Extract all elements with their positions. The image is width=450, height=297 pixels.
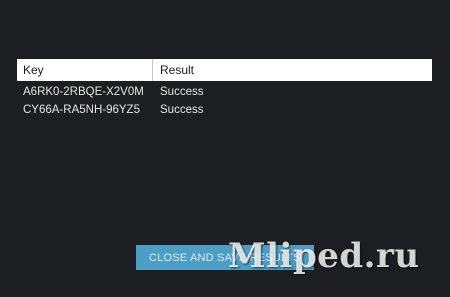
column-header-key[interactable]: Key xyxy=(17,59,152,81)
row-result: Success xyxy=(160,86,204,98)
close-and-save-results-button[interactable]: CLOSE AND SAVE RESULTS xyxy=(136,245,314,270)
table-body: A6RK0-2RBQE-X2V0M Success CY66A-RA5NH-96… xyxy=(17,83,432,119)
results-table: Key Result A6RK0-2RBQE-X2V0M Success CY6… xyxy=(17,59,432,119)
table-row[interactable]: CY66A-RA5NH-96YZ5 Success xyxy=(17,101,432,119)
column-header-result[interactable]: Result xyxy=(152,59,432,81)
row-key: A6RK0-2RBQE-X2V0M xyxy=(23,86,144,98)
table-header: Key Result xyxy=(17,59,432,81)
row-key: CY66A-RA5NH-96YZ5 xyxy=(23,104,140,116)
row-result: Success xyxy=(160,104,204,116)
table-row[interactable]: A6RK0-2RBQE-X2V0M Success xyxy=(17,83,432,101)
